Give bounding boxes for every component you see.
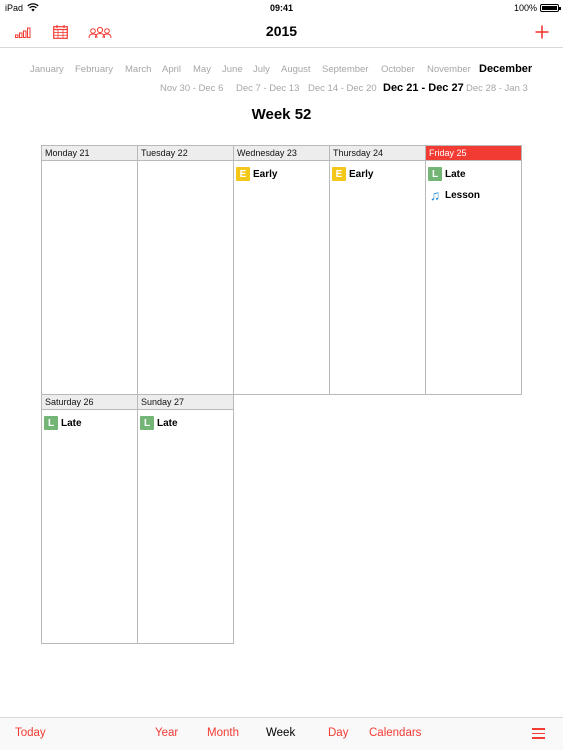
day-header: Tuesday 22: [138, 146, 233, 161]
hamburger-menu-icon[interactable]: [532, 728, 545, 740]
event-late[interactable]: L Late: [44, 415, 137, 431]
tab-month[interactable]: Month: [207, 727, 239, 739]
week-option[interactable]: Dec 28 - Jan 3: [466, 83, 528, 94]
event-label: Late: [61, 417, 82, 429]
event-label: Early: [253, 168, 278, 180]
month-january[interactable]: January: [30, 64, 64, 75]
day-cell-tuesday[interactable]: Tuesday 22: [137, 145, 234, 395]
month-october[interactable]: October: [381, 64, 415, 75]
day-header: Sunday 27: [138, 395, 233, 410]
tab-today[interactable]: Today: [15, 727, 46, 739]
day-cell-saturday[interactable]: Saturday 26 L Late: [41, 394, 138, 644]
tab-day[interactable]: Day: [328, 727, 348, 739]
day-cell-friday-today[interactable]: Friday 25 L Late ♫ Lesson: [425, 145, 522, 395]
month-april[interactable]: April: [162, 64, 181, 75]
late-shift-icon: L: [140, 416, 154, 430]
early-shift-icon: E: [332, 167, 346, 181]
month-june[interactable]: June: [222, 64, 243, 75]
event-late[interactable]: L Late: [140, 415, 233, 431]
tab-week[interactable]: Week: [266, 727, 295, 739]
month-august[interactable]: August: [281, 64, 311, 75]
late-shift-icon: L: [428, 167, 442, 181]
month-november[interactable]: November: [427, 64, 471, 75]
day-cell-monday[interactable]: Monday 21: [41, 145, 138, 395]
event-label: Early: [349, 168, 374, 180]
day-header: Saturday 26: [42, 395, 137, 410]
month-december-selected[interactable]: December: [479, 63, 532, 75]
music-note-icon: ♫: [429, 187, 441, 203]
month-selector: January February March April May June Ju…: [0, 63, 563, 78]
month-february[interactable]: February: [75, 64, 113, 75]
month-september[interactable]: September: [322, 64, 368, 75]
day-cell-sunday[interactable]: Sunday 27 L Late: [137, 394, 234, 644]
year-title: 2015: [265, 23, 298, 39]
day-header: Wednesday 23: [234, 146, 329, 161]
event-early[interactable]: E Early: [332, 166, 425, 182]
week-option[interactable]: Dec 7 - Dec 13: [236, 83, 299, 94]
day-cell-wednesday[interactable]: Wednesday 23 E Early: [233, 145, 330, 395]
week-selector: Nov 30 - Dec 6 Dec 7 - Dec 13 Dec 14 - D…: [0, 82, 563, 97]
battery-percentage: 100%: [513, 3, 537, 13]
day-header: Monday 21: [42, 146, 137, 161]
week-title: Week 52: [251, 106, 312, 123]
week-option[interactable]: Dec 14 - Dec 20: [308, 83, 377, 94]
early-shift-icon: E: [236, 167, 250, 181]
plus-icon[interactable]: [533, 22, 551, 42]
month-march[interactable]: March: [125, 64, 151, 75]
day-cell-thursday[interactable]: Thursday 24 E Early: [329, 145, 426, 395]
month-may[interactable]: May: [193, 64, 211, 75]
tab-calendars[interactable]: Calendars: [369, 727, 421, 739]
tab-year[interactable]: Year: [155, 727, 178, 739]
event-lesson[interactable]: ♫ Lesson: [428, 187, 521, 203]
event-label: Late: [157, 417, 178, 429]
status-bar: iPad 09:41 100%: [0, 0, 563, 16]
event-early[interactable]: E Early: [236, 166, 329, 182]
event-label: Lesson: [445, 189, 481, 201]
late-shift-icon: L: [44, 416, 58, 430]
month-july[interactable]: July: [253, 64, 270, 75]
week-option-selected[interactable]: Dec 21 - Dec 27: [383, 82, 464, 94]
clock: 09:41: [269, 3, 294, 13]
event-late[interactable]: L Late: [428, 166, 521, 182]
day-header-today: Friday 25: [426, 146, 521, 161]
event-label: Late: [445, 168, 466, 180]
day-header: Thursday 24: [330, 146, 425, 161]
week-option[interactable]: Nov 30 - Dec 6: [160, 83, 223, 94]
battery-icon: [540, 4, 561, 12]
navigation-bar: 2015: [0, 16, 563, 48]
bottom-tab-bar: Today Year Month Week Day Calendars: [0, 717, 563, 750]
